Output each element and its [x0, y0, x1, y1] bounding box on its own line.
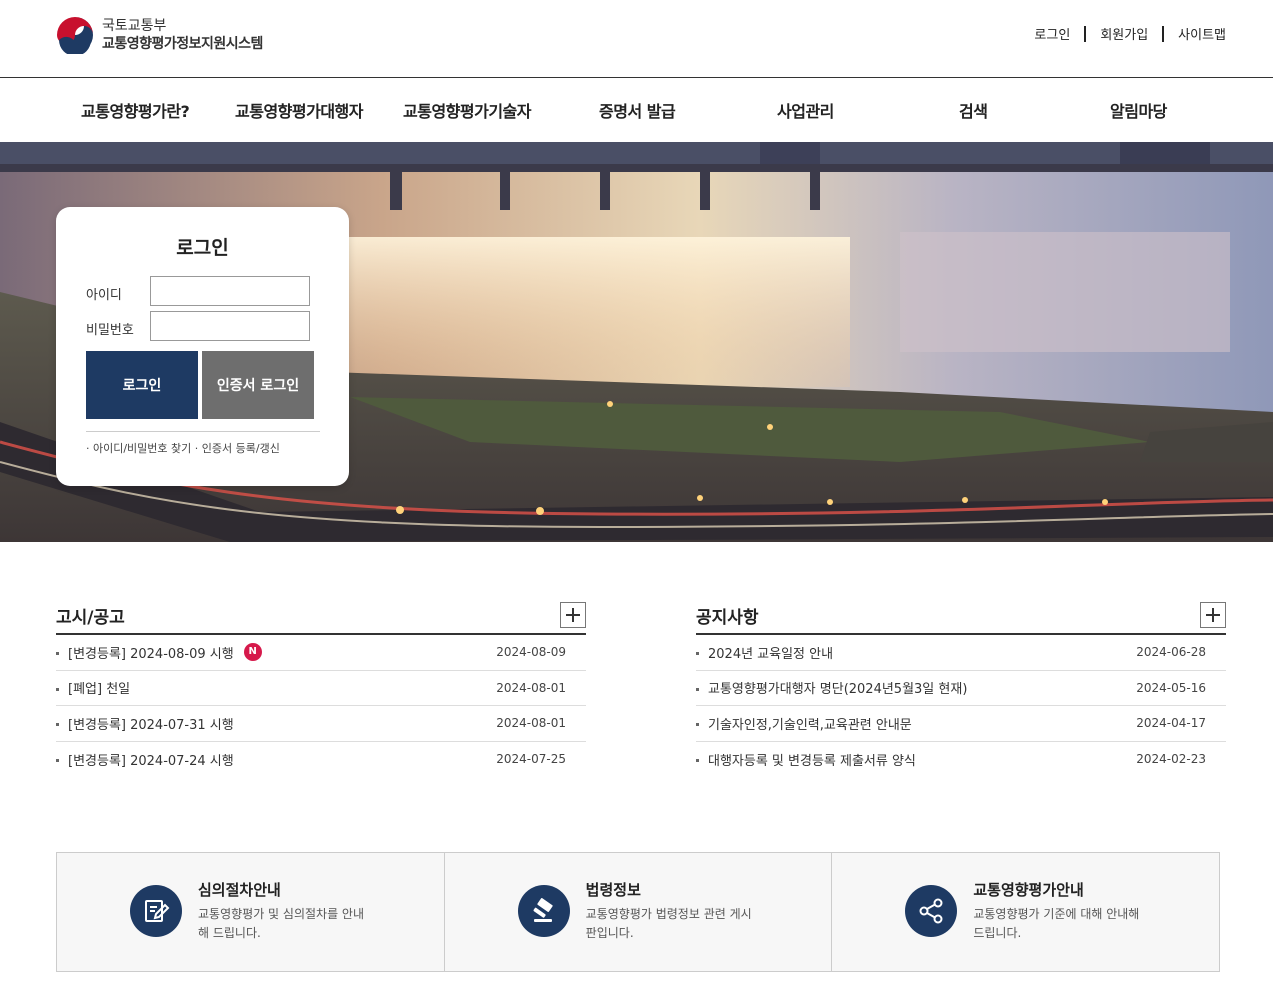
- list-item-date: 2024-08-09: [496, 645, 566, 660]
- card-description: 교통영향평가 및 심의절차를 안내해 드립니다.: [198, 907, 365, 940]
- list-item-date: 2024-02-23: [1136, 752, 1206, 767]
- nav-search[interactable]: 검색: [959, 98, 988, 122]
- list-item[interactable]: [변경등록] 2024-07-31 시행 2024-08-01: [56, 706, 586, 742]
- list-item-title: [변경등록] 2024-07-24 시행: [68, 753, 234, 769]
- nav-about[interactable]: 교통영향평가란?: [81, 98, 190, 122]
- list-item[interactable]: 교통영향평가대행자 명단(2024년5월3일 현재) 2024-05-16: [696, 671, 1226, 706]
- list-item-date: 2024-08-01: [496, 716, 566, 731]
- list-item-title: 기술자인정,기술인력,교육관련 안내문: [708, 717, 912, 733]
- list-item-title: [폐업] 천일: [68, 682, 131, 698]
- find-id-password-link[interactable]: · 아이디/비밀번호 찾기: [86, 442, 191, 455]
- password-input[interactable]: [150, 311, 310, 341]
- list-item-title: 2024년 교육일정 안내: [708, 646, 834, 662]
- announcements-board-title: 공지사항: [696, 598, 1226, 635]
- share-icon: [905, 885, 958, 937]
- util-signup-link[interactable]: 회원가입: [1100, 24, 1148, 43]
- cert-register-link[interactable]: · 인증서 등록/갱신: [195, 442, 280, 455]
- announcements-list: 2024년 교육일정 안내 2024-06-28 교통영향평가대행자 명단(20…: [696, 635, 1226, 777]
- login-title: 로그인: [176, 237, 229, 259]
- nav-engineer[interactable]: 교통영향평가기술자: [403, 98, 531, 122]
- list-item[interactable]: 대행자등록 및 변경등록 제출서류 양식 2024-02-23: [696, 742, 1226, 778]
- list-item-date: 2024-05-16: [1136, 680, 1206, 695]
- id-input[interactable]: [150, 276, 310, 306]
- taegeuk-logo-icon: [57, 17, 93, 54]
- card-law-info[interactable]: 법령정보 교통영향평가 법령정보 관련 게시판입니다.: [445, 853, 833, 971]
- notices-list: [변경등록] 2024-08-09 시행 N 2024-08-09 [폐업] 천…: [56, 635, 586, 777]
- list-item-title: 교통영향평가대행자 명단(2024년5월3일 현재): [708, 682, 968, 698]
- list-item[interactable]: [폐업] 천일 2024-08-01: [56, 671, 586, 706]
- card-title: 교통영향평가안내: [973, 881, 1084, 899]
- util-divider: [1162, 25, 1165, 42]
- util-sitemap-link[interactable]: 사이트맵: [1178, 24, 1226, 43]
- list-item[interactable]: [변경등록] 2024-08-09 시행 N 2024-08-09: [56, 635, 586, 671]
- notices-board: 고시/공고 [변경등록] 2024-08-09 시행 N 2024-08-09 …: [56, 598, 586, 777]
- nav-project[interactable]: 사업관리: [777, 98, 834, 122]
- card-evaluation-guide[interactable]: 교통영향평가안내 교통영향평가 기준에 대해 안내해 드립니다.: [832, 853, 1219, 971]
- login-help-links: · 아이디/비밀번호 찾기 · 인증서 등록/갱신: [86, 431, 320, 456]
- notices-more-button[interactable]: [560, 602, 586, 628]
- list-item-date: 2024-08-01: [496, 680, 566, 695]
- list-item-title: [변경등록] 2024-07-31 시행: [68, 717, 234, 733]
- card-description: 교통영향평가 법령정보 관련 게시판입니다.: [585, 907, 752, 940]
- announcements-more-button[interactable]: [1200, 602, 1226, 628]
- gavel-icon: [517, 885, 570, 937]
- new-badge: N: [243, 643, 262, 662]
- nav-notice[interactable]: 알림마당: [1110, 98, 1167, 122]
- list-item-title: [변경등록] 2024-08-09 시행: [68, 646, 234, 662]
- util-login-link[interactable]: 로그인: [1034, 24, 1070, 43]
- ministry-name: 국토교통부: [102, 18, 167, 34]
- main-nav: 교통영향평가란? 교통영향평가대행자 교통영향평가기술자 증명서 발급 사업관리…: [0, 78, 1273, 142]
- utility-links: 로그인 회원가입 사이트맵: [1034, 24, 1226, 43]
- quick-link-cards: 심의절차안내 교통영향평가 및 심의절차를 안내해 드립니다. 법령정보 교통영…: [56, 852, 1220, 972]
- list-item[interactable]: 2024년 교육일정 안내 2024-06-28: [696, 635, 1226, 671]
- nav-certificate[interactable]: 증명서 발급: [599, 98, 676, 122]
- notices-board-title: 고시/공고: [56, 598, 586, 635]
- list-item-date: 2024-06-28: [1136, 645, 1206, 660]
- util-divider: [1084, 25, 1087, 42]
- system-name: 교통영향평가정보지원시스템: [102, 36, 263, 52]
- login-panel: 로그인 아이디 비밀번호 로그인 인증서 로그인 · 아이디/비밀번호 찾기 ·…: [56, 207, 349, 486]
- nav-agency[interactable]: 교통영향평가대행자: [235, 98, 363, 122]
- list-item-title: 대행자등록 및 변경등록 제출서류 양식: [708, 753, 916, 769]
- logo-text: 국토교통부 교통영향평가정보지원시스템: [102, 17, 263, 53]
- card-review-procedure[interactable]: 심의절차안내 교통영향평가 및 심의절차를 안내해 드립니다.: [57, 853, 445, 971]
- announcements-board: 공지사항 2024년 교육일정 안내 2024-06-28 교통영향평가대행자 …: [696, 598, 1226, 777]
- list-item[interactable]: 기술자인정,기술인력,교육관련 안내문 2024-04-17: [696, 706, 1226, 742]
- id-label: 아이디: [86, 288, 122, 303]
- list-item-date: 2024-07-25: [496, 752, 566, 767]
- login-button[interactable]: 로그인: [86, 351, 198, 419]
- list-item[interactable]: [변경등록] 2024-07-24 시행 2024-07-25: [56, 742, 586, 778]
- list-item-date: 2024-04-17: [1136, 716, 1206, 731]
- password-label: 비밀번호: [86, 323, 134, 338]
- site-logo[interactable]: 국토교통부 교통영향평가정보지원시스템: [56, 16, 263, 54]
- cert-login-button[interactable]: 인증서 로그인: [202, 351, 314, 419]
- site-header: 국토교통부 교통영향평가정보지원시스템 로그인 회원가입 사이트맵: [0, 0, 1273, 78]
- card-title: 법령정보: [585, 881, 641, 899]
- document-edit-icon: [130, 885, 182, 937]
- card-title: 심의절차안내: [198, 881, 281, 899]
- card-description: 교통영향평가 기준에 대해 안내해 드립니다.: [973, 907, 1140, 940]
